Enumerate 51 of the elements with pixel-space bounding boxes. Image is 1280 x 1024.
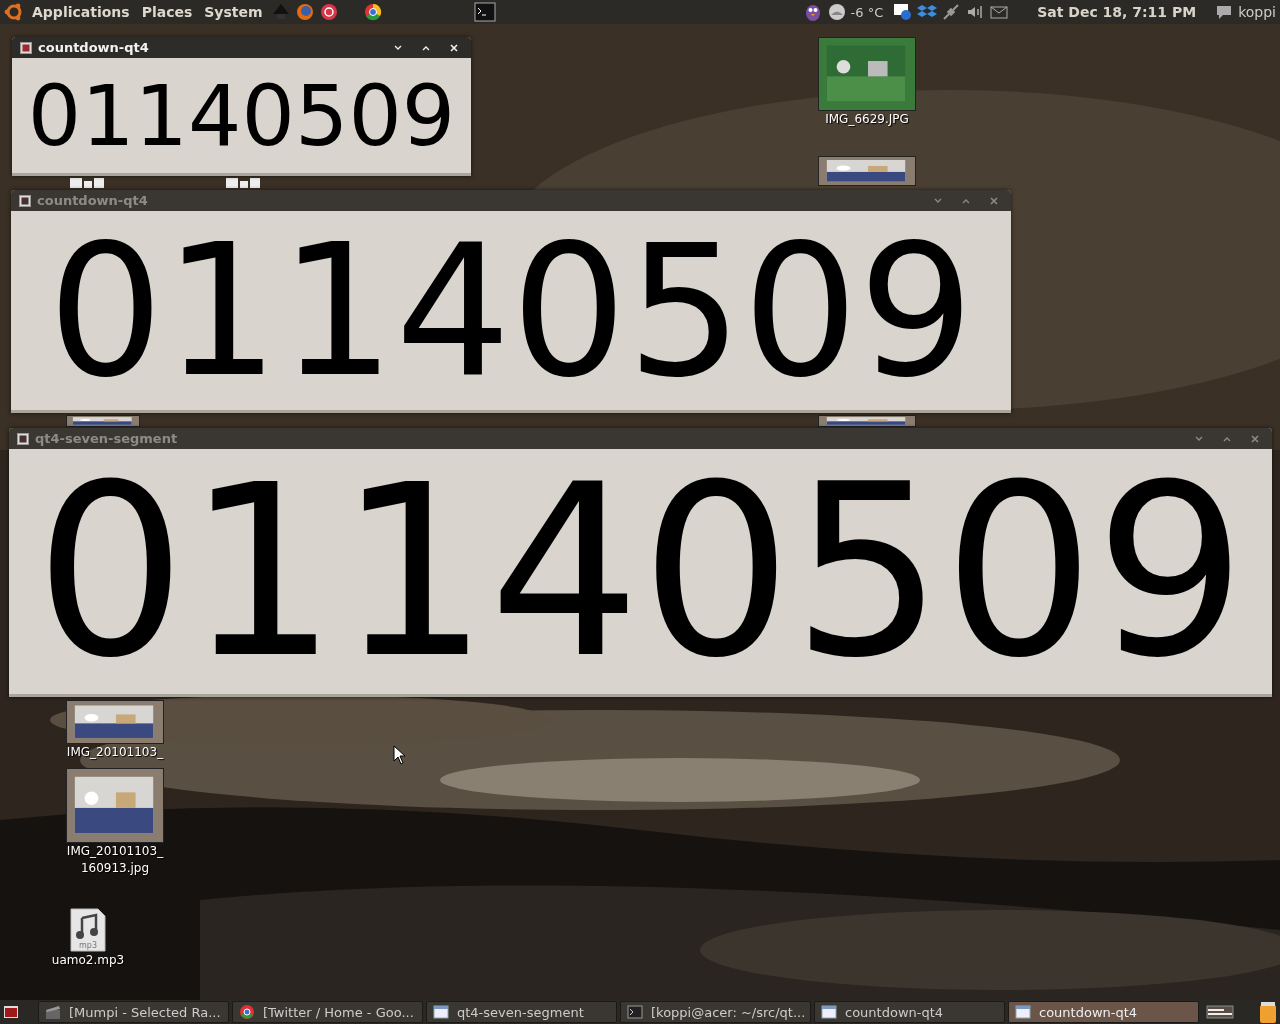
plug-icon[interactable] xyxy=(941,2,962,22)
taskbar-button[interactable]: qt4-seven-segment xyxy=(426,1001,617,1023)
window-icon xyxy=(1015,1004,1031,1020)
window-title: qt4-seven-segment xyxy=(35,431,179,446)
terminal-icon[interactable] xyxy=(472,2,497,22)
file-name[interactable]: 160913.jpg xyxy=(80,860,150,877)
circle-logo-icon[interactable] xyxy=(318,2,339,22)
weather-icon[interactable] xyxy=(826,2,847,22)
countdown-display: 01140509 xyxy=(27,73,456,158)
chrome-icon[interactable] xyxy=(362,2,383,22)
clapperboard-icon xyxy=(45,1004,61,1020)
user-name[interactable]: koppi xyxy=(1238,4,1276,20)
window-icon[interactable] xyxy=(20,41,32,54)
file-name[interactable]: IMG_6629.JPG xyxy=(825,111,909,128)
panel-menu[interactable]: Places xyxy=(141,4,193,20)
file-type-label: mp3 xyxy=(79,941,97,950)
window-icon xyxy=(433,1004,449,1020)
file-name[interactable]: IMG_20101103_ xyxy=(66,744,164,761)
chat-icon[interactable] xyxy=(893,2,914,22)
panel-menu[interactable]: System xyxy=(204,4,263,20)
temperature-text[interactable]: -6 °C xyxy=(850,4,884,20)
workspace-switcher-icon[interactable] xyxy=(1206,1004,1234,1020)
file-name[interactable]: uamo2.mp3 xyxy=(51,952,125,969)
close-icon xyxy=(449,42,459,53)
file-name[interactable]: IMG_20101103_ xyxy=(66,843,164,860)
close-icon xyxy=(1250,433,1260,444)
globe-icon[interactable] xyxy=(294,2,315,22)
show-desktop-icon[interactable] xyxy=(3,1004,19,1020)
terminal-icon xyxy=(627,1004,643,1020)
countdown-display: 01140509 xyxy=(34,452,1247,691)
panel-menu[interactable]: Applications xyxy=(32,4,130,20)
taskbar-button[interactable]: [Mumpi - Selected Ra... xyxy=(38,1001,229,1023)
close-icon xyxy=(989,195,999,206)
window-icon[interactable] xyxy=(19,194,31,207)
window-title: countdown-qt4 xyxy=(37,193,149,208)
chrome-icon xyxy=(239,1004,255,1020)
window-stack-icon xyxy=(70,178,106,188)
taskbar-button[interactable]: countdown-qt4 xyxy=(814,1001,1005,1023)
countdown-display: 01140509 xyxy=(47,219,975,402)
window-icon xyxy=(821,1004,837,1020)
taskbar-button[interactable]: [koppi@acer: ~/src/qt... xyxy=(620,1001,811,1023)
taskbar-button[interactable]: [Twitter / Home - Goo... xyxy=(232,1001,423,1023)
window-title: countdown-qt4 xyxy=(38,40,150,55)
clock-text[interactable]: Sat Dec 18, 7:11 PM xyxy=(1037,4,1197,20)
taskbar-button[interactable]: countdown-qt4 xyxy=(1008,1001,1199,1023)
trash-icon[interactable] xyxy=(1259,1001,1277,1023)
ubuntu-logo-icon[interactable] xyxy=(4,2,24,22)
music-file-icon[interactable]: mp3 xyxy=(70,908,106,952)
window-stack-icon xyxy=(226,178,262,188)
mouse-pointer-icon xyxy=(393,745,405,765)
window-icon[interactable] xyxy=(17,432,29,445)
